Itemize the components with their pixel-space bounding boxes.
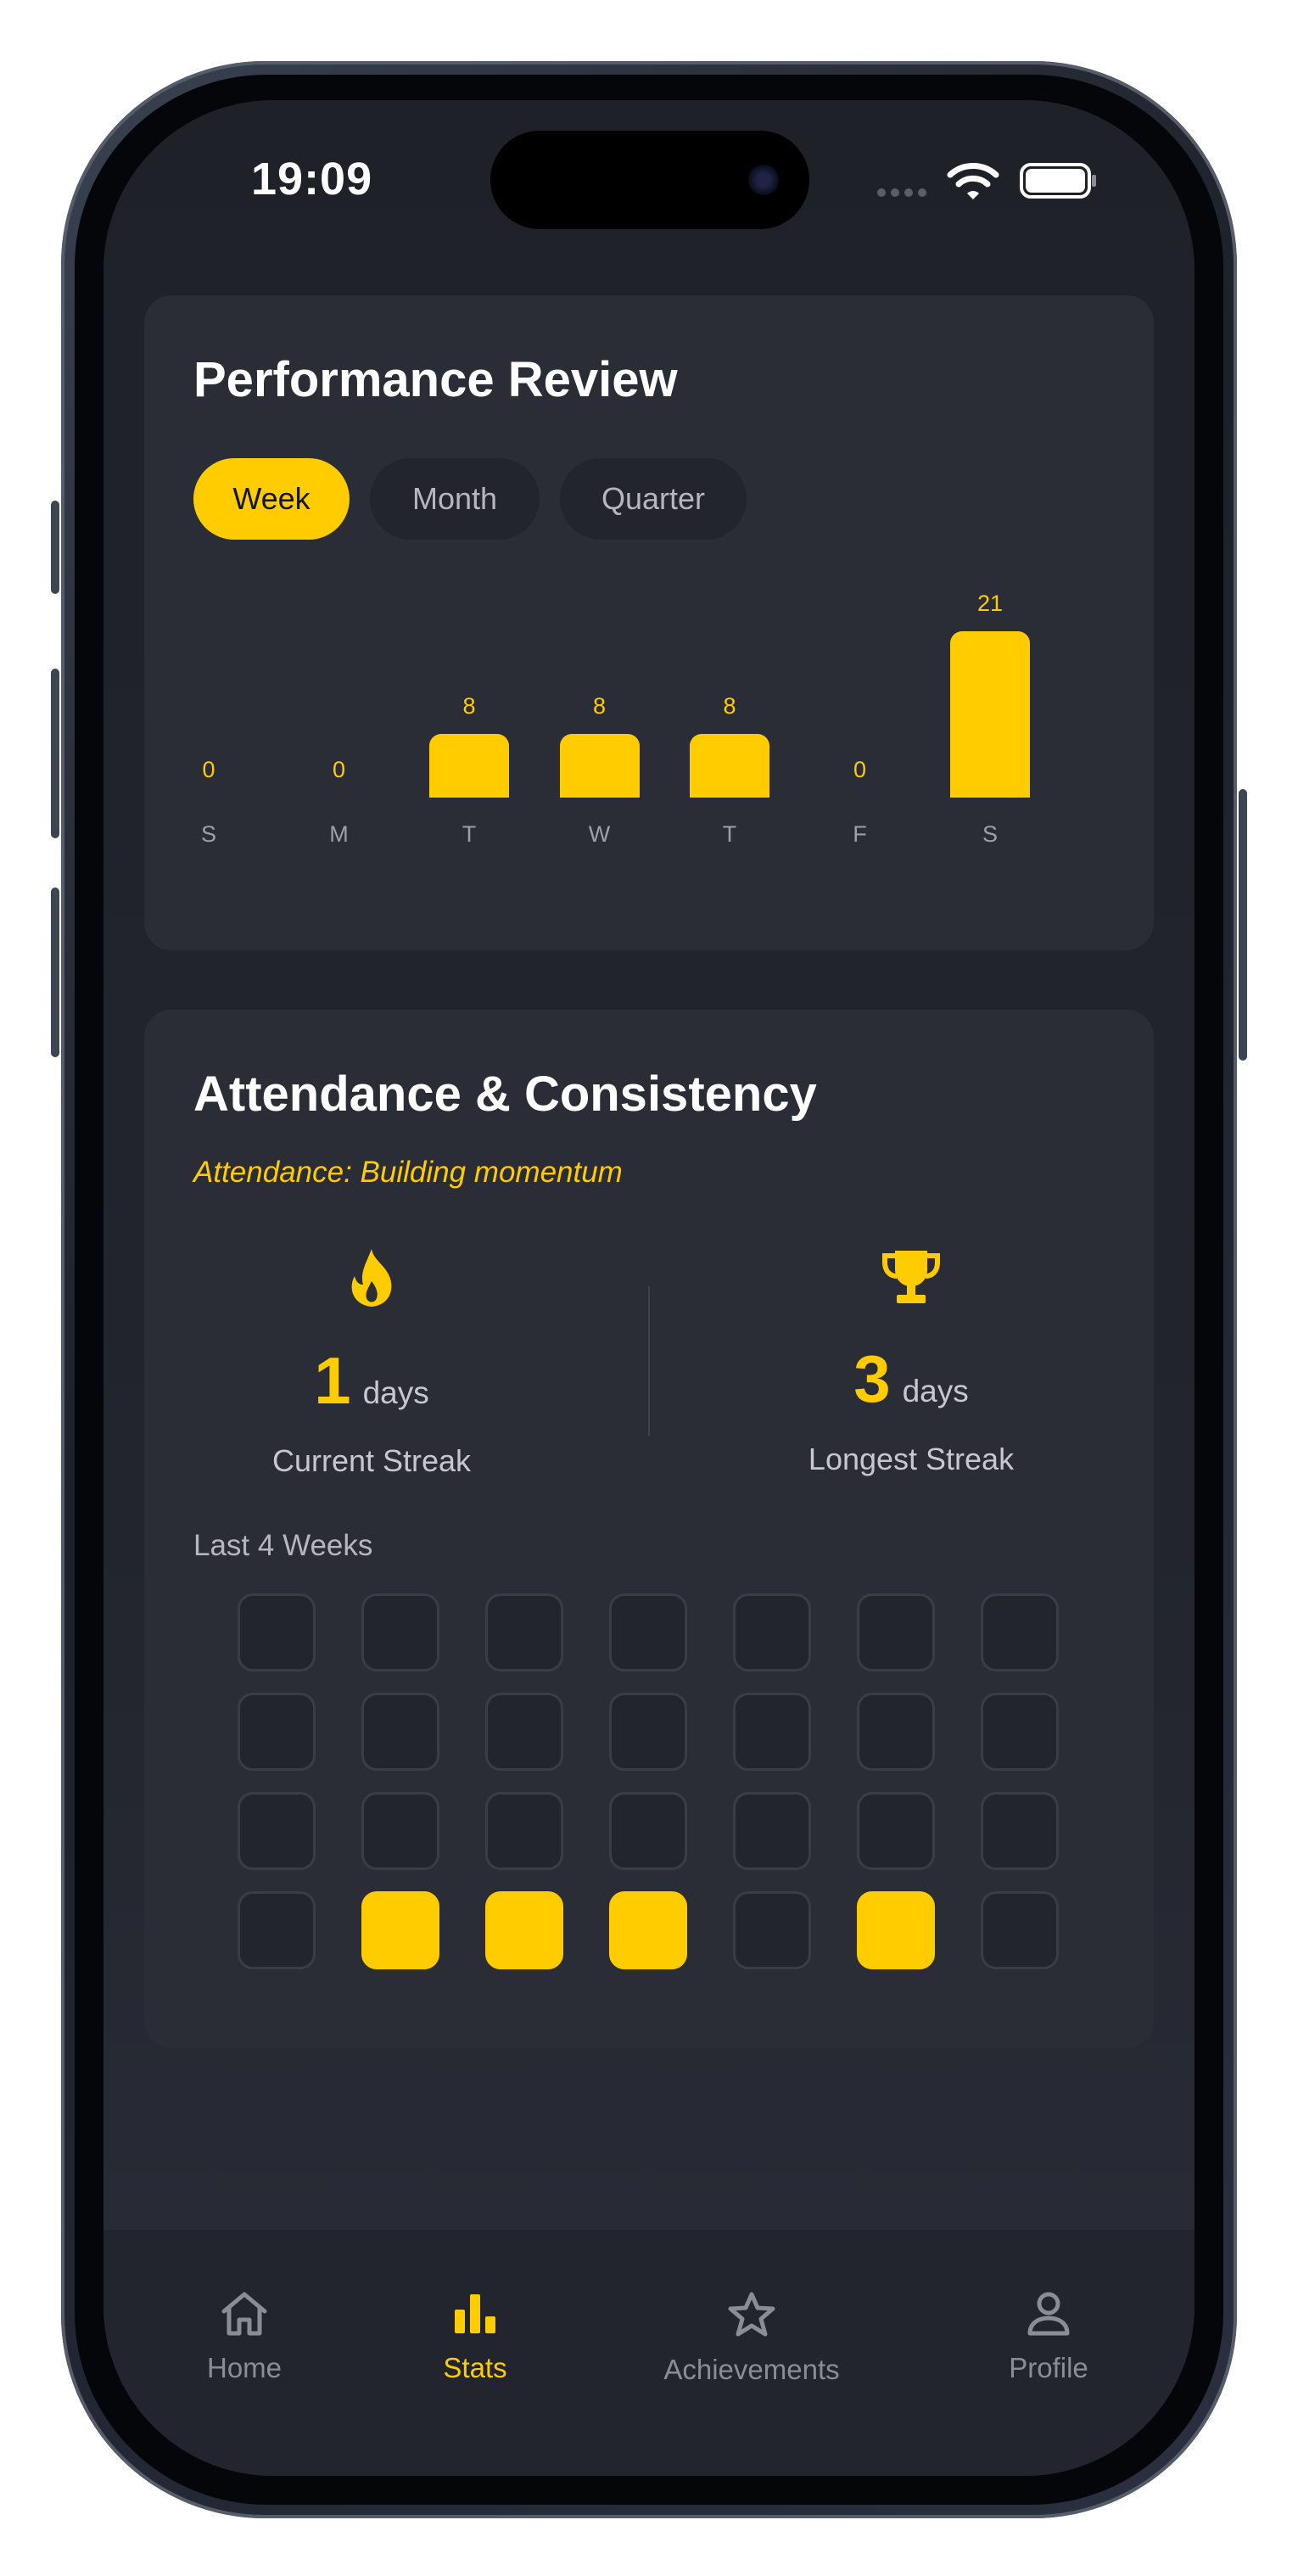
attendance-cell — [238, 1792, 316, 1870]
action-button — [51, 501, 59, 594]
nav-home[interactable]: Home — [143, 2291, 346, 2384]
attendance-cell — [238, 1891, 316, 1969]
attendance-cell — [981, 1792, 1059, 1870]
wifi-icon — [947, 163, 999, 199]
bar-value-6: 21 — [976, 591, 1004, 616]
status-time: 19:09 — [251, 154, 373, 204]
current-streak-stat: 1 days Current Streak — [202, 1247, 541, 1479]
attendance-cell — [733, 1792, 811, 1870]
attendance-cell — [609, 1891, 687, 1969]
attendance-cell — [857, 1792, 935, 1870]
volume-up-button — [51, 669, 59, 838]
home-icon — [221, 2292, 267, 2336]
attendance-cell — [609, 1792, 687, 1870]
attendance-cell — [609, 1593, 687, 1672]
attendance-cell — [361, 1891, 439, 1969]
star-icon — [728, 2292, 775, 2337]
bar-value-3: 8 — [592, 693, 607, 720]
attendance-cell — [733, 1891, 811, 1969]
tab-month[interactable]: Month — [370, 458, 540, 540]
attendance-cell — [485, 1693, 563, 1771]
longest-streak-label: Longest Streak — [808, 1442, 1015, 1476]
longest-streak-unit: days — [902, 1374, 969, 1408]
tab-quarter[interactable]: Quarter — [560, 458, 747, 540]
app-screen: 19:09 Performance Review Week Month Quar… — [104, 100, 1194, 2476]
current-streak-value: 1 — [314, 1343, 351, 1418]
attendance-title: Attendance & Consistency — [193, 1067, 817, 1122]
nav-achievements[interactable]: Achievements — [650, 2291, 853, 2386]
attendance-cell — [485, 1891, 563, 1969]
performance-review-title: Performance Review — [193, 352, 678, 407]
bar-chart-icon — [455, 2294, 495, 2333]
camera-icon — [748, 165, 779, 195]
attendance-cell — [981, 1891, 1059, 1969]
bar-label-6: S — [982, 821, 998, 847]
attendance-subtitle: Attendance: Building momentum — [193, 1156, 623, 1189]
nav-stats-label: Stats — [443, 2352, 507, 2383]
person-icon — [1027, 2292, 1070, 2336]
bar-2 — [429, 734, 509, 798]
longest-streak-value: 3 — [853, 1341, 891, 1416]
battery-icon — [1020, 163, 1096, 199]
bar-value-1: 0 — [332, 757, 346, 782]
bar-label-4: T — [722, 821, 737, 847]
nav-profile[interactable]: Profile — [947, 2291, 1150, 2384]
bar-label-2: T — [462, 821, 477, 847]
nav-home-label: Home — [206, 2352, 283, 2383]
power-button — [1239, 789, 1247, 1061]
bar-4 — [690, 734, 769, 798]
nav-stats[interactable]: Stats — [373, 2291, 577, 2384]
longest-streak-stat: 3 days Longest Streak — [741, 1247, 1081, 1477]
attendance-cell — [238, 1693, 316, 1771]
attendance-cell — [857, 1593, 935, 1672]
performance-review-card: Performance Review Week Month Quarter 0 S… — [144, 295, 1154, 950]
attendance-cell — [733, 1593, 811, 1672]
attendance-card: Attendance & Consistency Attendance: Bui… — [144, 1010, 1154, 2048]
bar-label-5: F — [853, 821, 867, 847]
attendance-cell — [361, 1693, 439, 1771]
bar-value-4: 8 — [723, 693, 736, 720]
nav-profile-label: Profile — [1009, 2352, 1088, 2383]
stats-divider — [648, 1286, 650, 1436]
attendance-cell — [981, 1593, 1059, 1672]
current-streak-unit: days — [362, 1375, 429, 1410]
attendance-cell — [981, 1693, 1059, 1771]
bar-value-5: 0 — [853, 757, 867, 782]
tab-week[interactable]: Week — [193, 458, 350, 540]
attendance-cell — [361, 1792, 439, 1870]
bar-label-3: W — [588, 821, 611, 847]
volume-down-button — [51, 888, 59, 1057]
signal-icon — [877, 188, 926, 197]
bottom-tab-bar: Home Stats Achievements Profile — [104, 2230, 1194, 2476]
attendance-cell — [485, 1792, 563, 1870]
trophy-icon — [882, 1251, 940, 1303]
last-4-weeks-label: Last 4 Weeks — [193, 1529, 373, 1562]
attendance-cell — [238, 1593, 316, 1672]
bar-value-0: 0 — [202, 757, 215, 782]
bar-value-2: 8 — [462, 693, 476, 720]
attendance-cell — [609, 1693, 687, 1771]
attendance-cell — [733, 1693, 811, 1771]
nav-achievements-label: Achievements — [663, 2354, 840, 2385]
bar-label-1: M — [329, 821, 349, 847]
attendance-cell — [485, 1593, 563, 1672]
current-streak-label: Current Streak — [271, 1443, 472, 1478]
bar-label-0: S — [200, 821, 216, 847]
flame-icon — [351, 1249, 392, 1307]
status-bar: 19:09 — [104, 100, 1194, 244]
bar-3 — [559, 734, 640, 798]
bar-6 — [950, 631, 1030, 798]
attendance-cell — [361, 1593, 439, 1672]
dynamic-island — [490, 131, 809, 229]
attendance-cell — [857, 1693, 935, 1771]
attendance-cell — [857, 1891, 935, 1969]
